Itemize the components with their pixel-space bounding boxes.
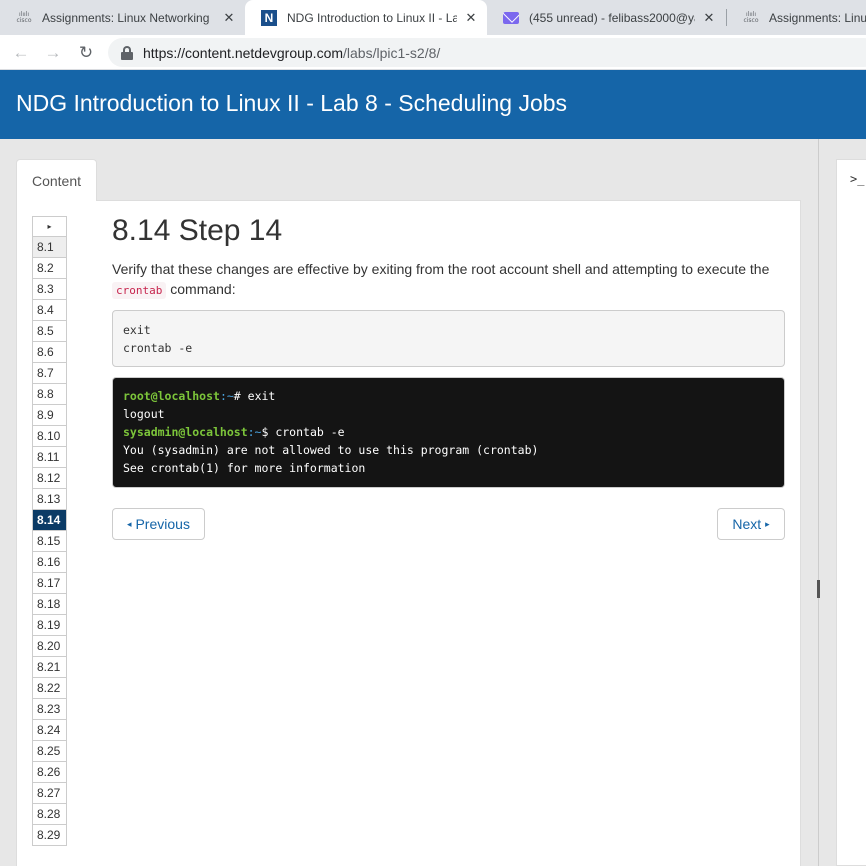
- command-code-block: exit crontab -e: [112, 310, 785, 367]
- forward-button[interactable]: →: [40, 40, 66, 66]
- caret-left-icon: ◂: [127, 518, 132, 529]
- terminal-line: root@localhost:~# exit: [123, 389, 276, 403]
- step-heading: 8.14 Step 14: [112, 214, 283, 247]
- step-item[interactable]: 8.2: [32, 258, 67, 279]
- step-item[interactable]: 8.26: [32, 762, 67, 783]
- step-item[interactable]: 8.28: [32, 804, 67, 825]
- browser-tab-strip: ılıılı cisco Assignments: Linux Networkin…: [0, 0, 866, 35]
- cisco-icon: ılıılı cisco: [16, 10, 32, 24]
- step-item[interactable]: 8.10: [32, 426, 67, 447]
- step-item[interactable]: 8.20: [32, 636, 67, 657]
- close-icon[interactable]: ✕: [701, 10, 717, 26]
- url-path: /labs/lpic1-s2/8/: [343, 44, 441, 61]
- step-item[interactable]: 8.5: [32, 321, 67, 342]
- step-item[interactable]: 8.13: [32, 489, 67, 510]
- tab-title: NDG Introduction to Linux II - Lab 8 - S…: [287, 10, 457, 25]
- step-item[interactable]: 8.15: [32, 531, 67, 552]
- step-item[interactable]: 8.19: [32, 615, 67, 636]
- step-item[interactable]: 8.27: [32, 783, 67, 804]
- terminal-panel: [836, 159, 866, 866]
- code-line: exit: [123, 323, 151, 337]
- terminal-line: You (sysadmin) are not allowed to use th…: [123, 443, 539, 457]
- terminal-output: root@localhost:~# exit logout sysadmin@loc…: [112, 377, 785, 488]
- url-host: https://content.netdevgroup.com: [143, 44, 344, 61]
- terminal-line: See crontab(1) for more information: [123, 461, 366, 475]
- terminal-line: logout: [123, 407, 165, 421]
- tab-title: (455 unread) - felibass2000@yahoo.com: [529, 10, 695, 25]
- terminal-icon[interactable]: >_: [850, 172, 864, 186]
- browser-tab-assignments-2[interactable]: ılıılıcisco Assignments: Linux Networkin…: [727, 0, 866, 35]
- splitter-handle[interactable]: [817, 580, 820, 598]
- reload-button[interactable]: ↻: [73, 40, 99, 66]
- step-item[interactable]: 8.14: [32, 510, 67, 531]
- browser-tab-ndg[interactable]: N NDG Introduction to Linux II - Lab 8 -…: [245, 0, 487, 35]
- step-item[interactable]: 8.6: [32, 342, 67, 363]
- lock-icon: [121, 45, 133, 60]
- step-instructions: Verify that these changes are effective …: [112, 261, 770, 299]
- previous-button[interactable]: ◂ Previous: [112, 508, 205, 540]
- step-item[interactable]: 8.16: [32, 552, 67, 573]
- page-title: NDG Introduction to Linux II - Lab 8 - S…: [16, 90, 568, 116]
- tab-content[interactable]: Content: [16, 159, 97, 201]
- terminal-line: sysadmin@localhost:~$ crontab -e: [123, 425, 345, 439]
- step-item[interactable]: 8.9: [32, 405, 67, 426]
- close-icon[interactable]: ✕: [221, 10, 237, 26]
- next-button[interactable]: Next ▸: [717, 508, 785, 540]
- step-item[interactable]: 8.3: [32, 279, 67, 300]
- site-header: NDG Introduction to Linux II - Lab 8 - S…: [0, 70, 866, 139]
- tab-title: Assignments: Linux Networking: [769, 10, 866, 25]
- mail-icon: [502, 10, 520, 26]
- browser-tab-assignments[interactable]: ılıılı cisco Assignments: Linux Networkin…: [0, 0, 245, 35]
- step-item[interactable]: 8.12: [32, 468, 67, 489]
- step-item[interactable]: 8.18: [32, 594, 67, 615]
- panel-splitter: [818, 139, 819, 866]
- step-item[interactable]: 8.11: [32, 447, 67, 468]
- step-navigation: ▸ 8.1 8.2 8.3 8.4 8.5 8.6 8.7 8.8 8.9 8.10 8.11 8.1…: [32, 216, 67, 846]
- cisco-icon: ılıılı cisco: [743, 10, 759, 24]
- code-line: crontab -e: [123, 341, 193, 355]
- step-item[interactable]: 8.22: [32, 678, 67, 699]
- back-button[interactable]: ←: [8, 40, 34, 66]
- caret-right-icon: ▸: [765, 518, 770, 529]
- step-item[interactable]: 8.23: [32, 699, 67, 720]
- ndg-icon: N: [260, 9, 278, 26]
- inline-code: crontab: [112, 282, 167, 299]
- step-item[interactable]: 8.7: [32, 363, 67, 384]
- step-item[interactable]: 8.1: [32, 237, 67, 258]
- browser-tab-mail[interactable]: (455 unread) - felibass2000@yahoo.com ✕: [487, 0, 725, 35]
- browser-toolbar: ← → ↻ https://content.netdevgroup.com/la…: [0, 35, 866, 70]
- step-item[interactable]: 8.29: [32, 825, 67, 846]
- step-list-toggle[interactable]: ▸: [32, 216, 67, 237]
- step-item[interactable]: 8.17: [32, 573, 67, 594]
- address-bar[interactable]: https://content.netdevgroup.com/labs/lpi…: [108, 38, 866, 67]
- step-item[interactable]: 8.4: [32, 300, 67, 321]
- step-item[interactable]: 8.8: [32, 384, 67, 405]
- tab-title: Assignments: Linux Networking: [42, 10, 210, 25]
- step-item[interactable]: 8.24: [32, 720, 67, 741]
- step-item[interactable]: 8.21: [32, 657, 67, 678]
- close-icon[interactable]: ✕: [463, 10, 479, 26]
- step-item[interactable]: 8.25: [32, 741, 67, 762]
